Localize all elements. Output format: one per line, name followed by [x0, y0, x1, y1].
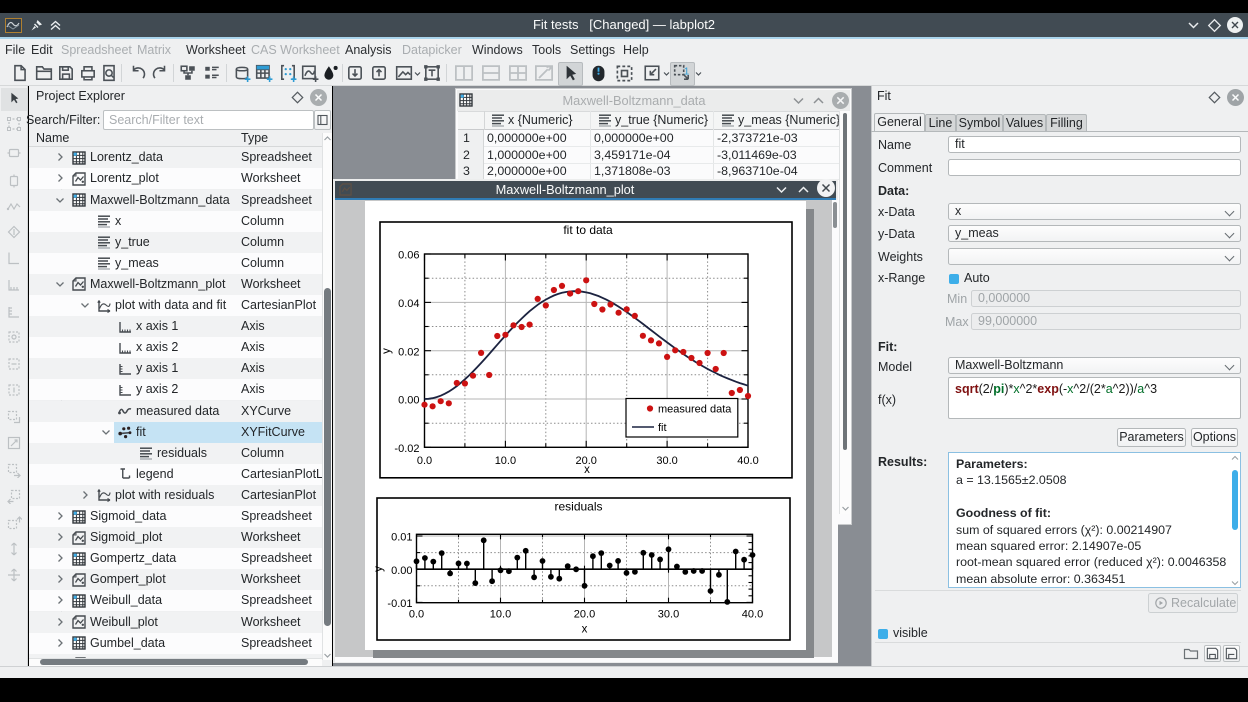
svg-text:y: y — [381, 348, 393, 354]
svg-text:10.0: 10.0 — [495, 455, 516, 467]
svg-text:30.0: 30.0 — [656, 455, 677, 467]
svg-text:40.0: 40.0 — [737, 455, 758, 467]
svg-text:-0.02: -0.02 — [394, 443, 419, 455]
svg-text:30.0: 30.0 — [658, 609, 679, 621]
svg-text:20.0: 20.0 — [574, 609, 595, 621]
svg-text:1: 1 — [684, 67, 690, 78]
svg-text:residuals: residuals — [554, 500, 602, 514]
svg-text:x: x — [584, 464, 590, 476]
svg-text:0.0: 0.0 — [417, 455, 432, 467]
svg-text:40.0: 40.0 — [742, 609, 763, 621]
svg-text:0.06: 0.06 — [398, 250, 419, 262]
svg-text:fit to data: fit to data — [563, 223, 613, 237]
svg-text:0.00: 0.00 — [398, 395, 419, 407]
svg-text:measured data: measured data — [658, 404, 732, 416]
svg-text:fit: fit — [658, 422, 667, 434]
svg-text:10.0: 10.0 — [490, 609, 511, 621]
svg-text:x: x — [582, 624, 588, 636]
svg-text:0.04: 0.04 — [398, 298, 419, 310]
svg-text:0.01: 0.01 — [391, 532, 412, 544]
svg-text:0.00: 0.00 — [391, 565, 412, 577]
svg-text:0.02: 0.02 — [398, 346, 419, 358]
svg-text:y: y — [373, 566, 385, 572]
svg-text:0.0: 0.0 — [409, 609, 424, 621]
